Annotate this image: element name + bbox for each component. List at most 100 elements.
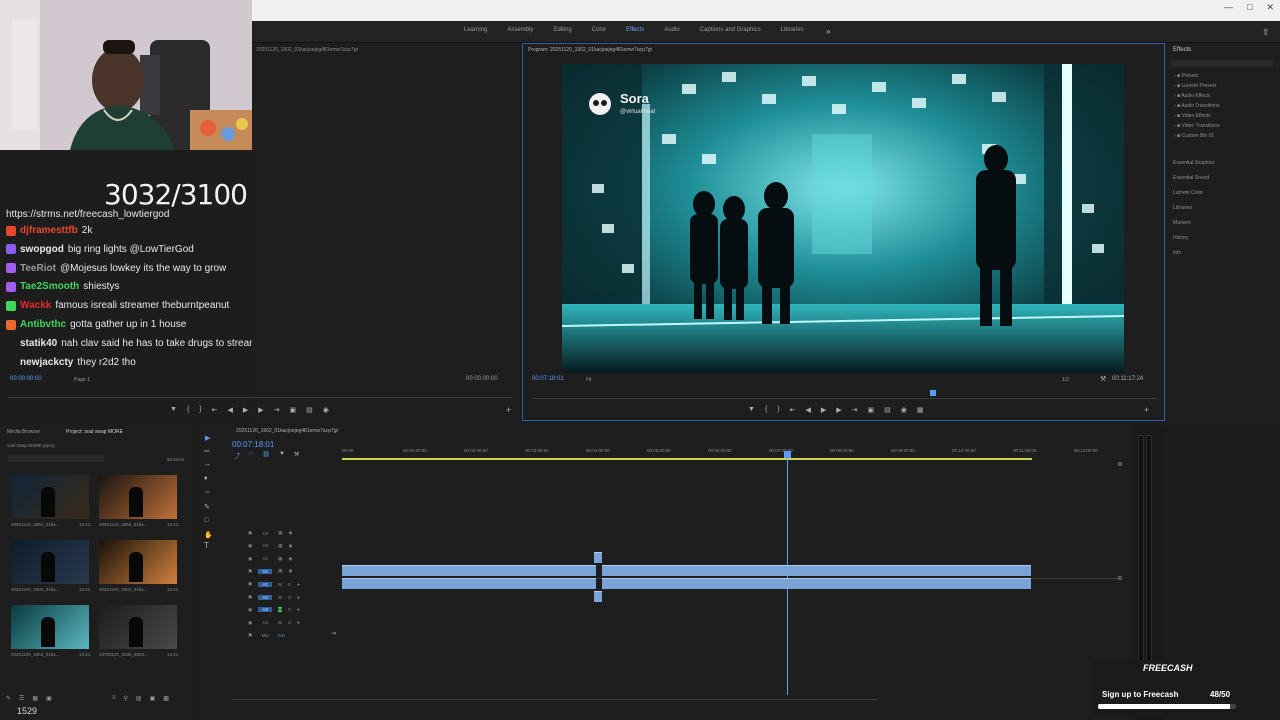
track-label[interactable]: V2 (258, 556, 272, 561)
tab-effects[interactable]: Effects (616, 27, 654, 33)
new-item-icon[interactable]: ▣ (150, 695, 156, 702)
program-scrubber[interactable] (532, 398, 1158, 399)
mute-button[interactable]: M (278, 607, 283, 613)
work-area-bar[interactable] (342, 458, 1032, 460)
program-playhead[interactable] (930, 390, 936, 396)
mute-button[interactable]: M (278, 582, 282, 587)
track-label[interactable]: Mix (258, 633, 272, 638)
panel-section-markers[interactable]: Markers (1173, 220, 1191, 226)
mark-out-icon[interactable]: } (199, 406, 201, 414)
mix-end-icon[interactable]: ⇥ (331, 630, 336, 637)
compare-icon[interactable]: ▦ (917, 406, 924, 414)
fit-dropdown[interactable]: Fit (586, 377, 592, 383)
source-scrubber[interactable] (8, 397, 512, 398)
timeline-timecode[interactable]: 00:07:18:01 (232, 440, 274, 449)
sync-lock-icon[interactable]: ▦ (278, 556, 282, 562)
play-icon[interactable]: ▶ (243, 406, 248, 414)
tab-color[interactable]: Color (582, 27, 616, 33)
go-in-icon[interactable]: ⇤ (212, 406, 218, 414)
mute-button[interactable]: M (278, 595, 282, 600)
mic-icon[interactable]: ● (297, 582, 300, 587)
track-label[interactable]: V1 (258, 568, 273, 574)
nest-icon[interactable]: ⤴ (234, 451, 240, 460)
marker-icon[interactable]: ▼ (170, 406, 177, 414)
chat-username[interactable]: Tae2Smooth (20, 281, 79, 292)
mark-out-icon[interactable]: } (777, 406, 779, 414)
go-out-icon[interactable]: ⇥ (852, 406, 858, 414)
project-thumbnail[interactable] (11, 475, 89, 519)
chat-link[interactable]: https://strms.net/freecash_lowtiergod (6, 209, 169, 220)
icon-view-icon[interactable]: ▦ (32, 695, 38, 702)
tab-assembly[interactable]: Assembly (497, 27, 543, 33)
close-icon[interactable]: ✕ (1266, 2, 1274, 13)
program-add-icon[interactable]: + (1144, 405, 1149, 415)
solo-button[interactable]: S (288, 607, 291, 612)
step-back-icon[interactable]: ◀ (228, 406, 233, 414)
eye-icon[interactable]: ◉ (289, 568, 293, 574)
video-clip-v2[interactable] (594, 552, 602, 563)
lock-icon[interactable]: ▣ (248, 594, 252, 600)
tab-project[interactable]: Project: soul swap MORE (66, 429, 123, 435)
sync-lock-icon[interactable]: ▦ (278, 568, 282, 574)
project-thumbnail[interactable] (11, 605, 89, 649)
source-timecode[interactable]: 00:00:00:00 (10, 376, 42, 382)
timeline-title[interactable]: 20251120_1902_01kacjoejeg481emw7acp7gt (236, 428, 338, 434)
audio-clip-a2[interactable] (594, 591, 602, 602)
source-add-icon[interactable]: + (506, 405, 511, 415)
more-workspaces-icon[interactable]: » (826, 27, 830, 36)
panel-section-lumetri-color[interactable]: Lumetri Color (1173, 190, 1203, 196)
list-view-icon[interactable]: ☰ (19, 695, 24, 702)
maximize-icon[interactable]: □ (1247, 2, 1252, 13)
project-thumbnail[interactable] (99, 540, 177, 584)
video-clip[interactable] (342, 565, 596, 576)
linked-icon[interactable]: ⛓ (262, 451, 270, 460)
overwrite-icon[interactable]: ▤ (306, 406, 313, 414)
solo-button[interactable]: S (288, 620, 291, 625)
mix-value[interactable]: 0.0 (278, 633, 284, 638)
sync-lock-icon[interactable]: ▦ (278, 530, 282, 536)
chat-username[interactable]: newjackcty (20, 357, 73, 368)
project-thumbnail[interactable] (99, 605, 177, 649)
slip-icon[interactable]: ⇔ (204, 489, 211, 496)
tab-media-browser[interactable]: Media Browser (7, 429, 40, 435)
vertical-scrollbar[interactable] (1118, 462, 1122, 582)
step-forward-icon[interactable]: ▶ (258, 406, 263, 414)
minimize-icon[interactable]: — (1224, 2, 1233, 13)
solo-button[interactable]: S (288, 582, 291, 587)
add-marker-icon[interactable]: ▼ (279, 451, 285, 460)
mic-icon[interactable]: ● (297, 595, 300, 600)
track-label[interactable]: A3 (258, 607, 273, 613)
solo-button[interactable]: S (288, 595, 291, 600)
video-clip[interactable] (602, 565, 1031, 576)
go-out-icon[interactable]: ⇥ (274, 406, 280, 414)
tab-learning[interactable]: Learning (454, 27, 497, 33)
pen-icon[interactable]: ✎ (204, 503, 210, 511)
panel-section-libraries[interactable]: Libraries (1173, 205, 1192, 211)
track-label[interactable]: V3 (258, 543, 272, 548)
lock-icon[interactable]: ▣ (248, 556, 252, 562)
razor-icon[interactable]: ♦ (204, 475, 208, 482)
share-icon[interactable]: ⇧ (1262, 27, 1270, 38)
panel-section-history[interactable]: History (1173, 235, 1189, 241)
snap-icon[interactable]: ∩ (249, 451, 253, 460)
timeline-settings-icon[interactable]: ⚒ (294, 451, 299, 460)
effects-folder[interactable]: › ■ Lumetri Presets (1174, 83, 1216, 89)
type-tool-icon[interactable]: T (204, 541, 209, 550)
pencil-icon[interactable]: ✎ (6, 695, 11, 702)
effects-folder[interactable]: › ■ Audio Transitions (1174, 103, 1220, 109)
track-label[interactable]: A4 (258, 620, 272, 625)
audio-clip[interactable] (342, 578, 596, 589)
project-search[interactable] (8, 455, 104, 462)
panel-section-info[interactable]: Info (1173, 250, 1181, 256)
sync-lock-icon[interactable]: ▦ (278, 543, 282, 549)
tab-editing[interactable]: Editing (543, 27, 581, 33)
program-timecode[interactable]: 00:07:18:01 (532, 376, 564, 382)
eye-icon[interactable]: ◉ (289, 530, 293, 536)
audio-clip[interactable] (602, 578, 1031, 589)
horizontal-scrollbar[interactable] (232, 699, 878, 700)
effects-search[interactable] (1171, 60, 1273, 67)
track-label[interactable]: A1 (258, 581, 273, 587)
track-label[interactable]: V4 (258, 531, 272, 536)
effects-folder[interactable]: › ■ Custom Bin 01 (1174, 133, 1214, 139)
camera-icon[interactable]: ◉ (901, 406, 907, 414)
